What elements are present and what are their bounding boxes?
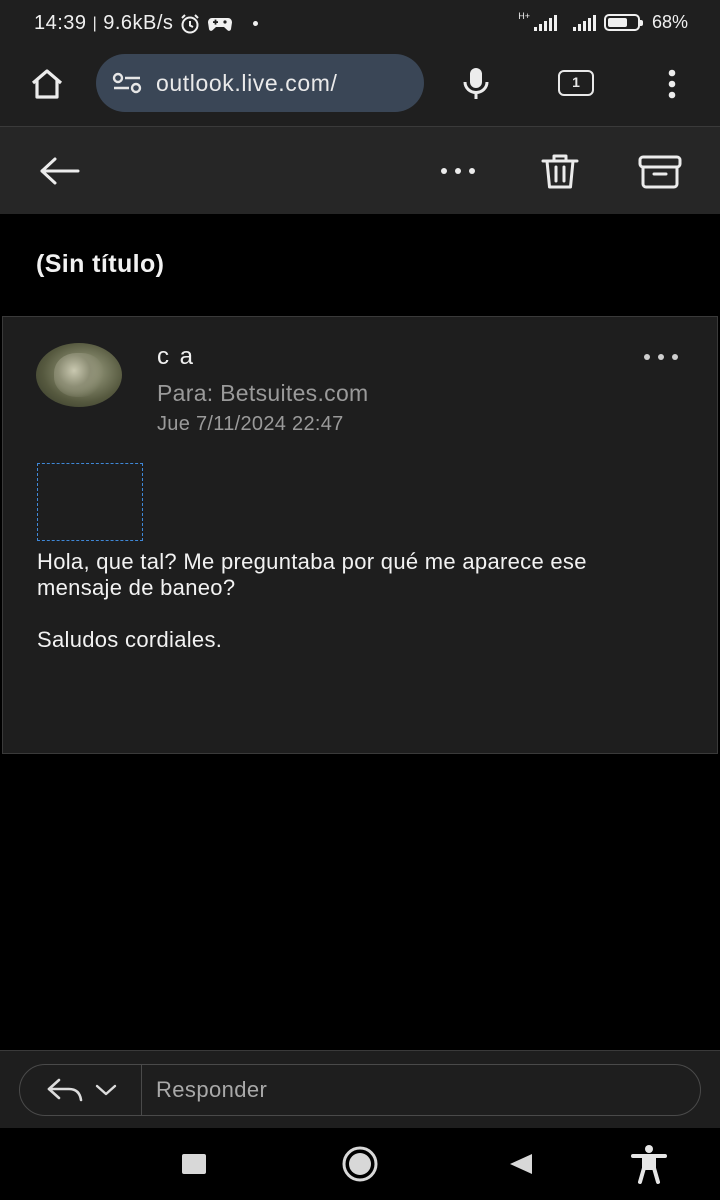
sender-name[interactable]: c a xyxy=(157,343,195,371)
chevron-down-icon[interactable] xyxy=(95,1083,117,1097)
recents-icon[interactable] xyxy=(182,1154,206,1174)
battery-percent: 68% xyxy=(651,12,688,32)
status-separator: | xyxy=(92,14,98,32)
status-right: H+ 68% xyxy=(518,12,688,33)
status-bar: 14:39 | 9.6kB/s H+ 68% xyxy=(0,0,720,52)
body-paragraph: Hola, que tal? Me preguntaba por qué me … xyxy=(37,549,587,600)
reply-box xyxy=(19,1064,701,1116)
message-more-icon[interactable] xyxy=(643,353,679,361)
sent-date: Jue 7/11/2024 22:47 xyxy=(157,413,344,435)
overflow-menu-icon[interactable] xyxy=(660,66,684,102)
reply-input[interactable] xyxy=(142,1065,700,1115)
email-subject: (Sin título) xyxy=(36,250,165,278)
notification-dot-icon xyxy=(253,21,259,26)
game-controller-icon xyxy=(207,14,233,34)
archive-icon[interactable] xyxy=(634,151,686,193)
battery-icon xyxy=(603,14,643,31)
home-nav-icon[interactable] xyxy=(342,1146,378,1182)
signal-icon-2 xyxy=(572,14,596,31)
email-body: Hola, que tal? Me preguntaba por qué me … xyxy=(37,549,677,679)
avatar[interactable] xyxy=(36,343,122,407)
reply-options-button[interactable] xyxy=(20,1065,142,1115)
image-placeholder xyxy=(37,463,143,541)
reply-icon[interactable] xyxy=(45,1076,85,1104)
microphone-icon[interactable] xyxy=(458,64,494,104)
signal-icon xyxy=(533,14,557,31)
alarm-icon xyxy=(179,13,201,35)
site-info-icon[interactable] xyxy=(112,71,142,95)
browser-toolbar: outlook.live.com/ 1 xyxy=(0,52,720,126)
home-icon[interactable] xyxy=(26,64,68,104)
reply-bar xyxy=(0,1050,720,1128)
more-options-icon[interactable] xyxy=(436,159,480,183)
system-nav-bar xyxy=(0,1128,720,1200)
url-bar[interactable]: outlook.live.com/ xyxy=(96,54,424,112)
status-left: 14:39 | 9.6kB/s xyxy=(34,12,259,35)
subject-header: (Sin título) xyxy=(0,214,720,316)
tabs-button[interactable]: 1 xyxy=(558,70,594,96)
body-paragraph: Saludos cordiales. xyxy=(37,627,223,652)
network-type: H+ xyxy=(518,11,530,21)
back-nav-icon[interactable] xyxy=(508,1152,534,1176)
accessibility-icon[interactable] xyxy=(630,1144,668,1184)
message-card: c a Para: Betsuites.com Jue 7/11/2024 22… xyxy=(2,316,718,754)
recipient-line: Para: Betsuites.com xyxy=(157,380,369,406)
status-time: 14:39 xyxy=(34,12,87,34)
back-arrow-icon[interactable] xyxy=(34,153,84,189)
url-text[interactable]: outlook.live.com/ xyxy=(156,70,338,97)
delete-icon[interactable] xyxy=(536,149,584,195)
empty-area xyxy=(0,754,720,1050)
status-speed: 9.6kB/s xyxy=(103,12,174,34)
mail-toolbar xyxy=(0,126,720,214)
